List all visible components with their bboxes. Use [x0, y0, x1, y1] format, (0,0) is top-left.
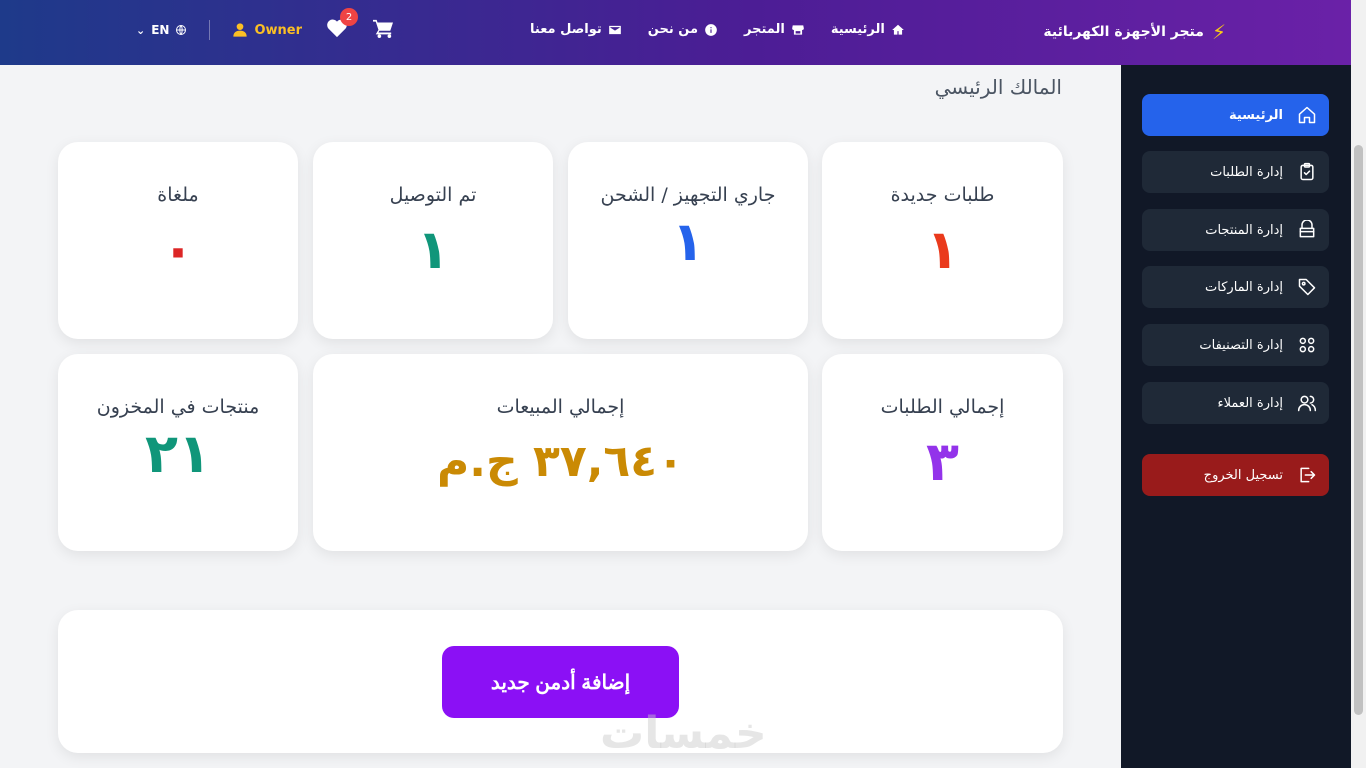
sidebar-item-brands[interactable]: إدارة الماركات	[1142, 266, 1329, 308]
nav-link-home[interactable]: الرئيسية	[831, 22, 905, 37]
logout-icon	[1300, 467, 1316, 483]
wishlist-button[interactable]: 2	[326, 8, 359, 42]
store-icon	[791, 24, 804, 35]
user-name: Owner	[254, 22, 303, 38]
stat-card-processing: جاري التجهيز / الشحن ١	[568, 142, 808, 339]
nav-link-store[interactable]: المتجر	[744, 22, 805, 37]
sidebar-item-home[interactable]: الرئيسية	[1142, 94, 1329, 136]
stat-card-cancelled: ملغاة ٠	[58, 142, 298, 339]
nav-link-about[interactable]: من نحن	[648, 22, 718, 37]
clipboard-check-icon	[1300, 162, 1314, 181]
box-icon	[1299, 220, 1315, 238]
user-icon	[233, 23, 248, 37]
chevron-down-icon: ⌄	[136, 23, 146, 37]
stat-card-delivered: تم التوصيل ١	[313, 142, 553, 339]
top-navbar: ⚡ متجر الأجهزة الكهربائية الرئيسية المتج…	[0, 0, 1366, 65]
cart-button[interactable]	[372, 18, 394, 42]
scrollbar-thumb[interactable]	[1354, 145, 1363, 715]
nav-links: الرئيسية المتجر من نحن تواصل معنا	[530, 22, 905, 37]
watermark: خمسات	[600, 708, 767, 759]
stat-card-stock: منتجات في المخزون ٢١	[58, 354, 298, 551]
page-scrollbar[interactable]	[1351, 0, 1366, 768]
globe-icon	[176, 25, 187, 35]
nav-link-contact[interactable]: تواصل معنا	[530, 22, 622, 37]
stat-card-new-orders: طلبات جديدة ١	[822, 142, 1063, 339]
language-label: EN	[151, 23, 170, 37]
sidebar-item-categories[interactable]: إدارة التصنيفات	[1142, 324, 1329, 366]
sidebar-item-products[interactable]: إدارة المنتجات	[1142, 209, 1329, 251]
home-icon	[1298, 106, 1316, 124]
admin-sidebar: الرئيسية إدارة الطلبات إدارة المنتجات إد…	[1121, 65, 1351, 768]
info-circle-icon	[705, 23, 717, 36]
sidebar-item-orders[interactable]: إدارة الطلبات	[1142, 151, 1329, 193]
tag-icon	[1298, 278, 1316, 296]
brand[interactable]: ⚡ متجر الأجهزة الكهربائية	[1043, 20, 1226, 44]
add-admin-panel: إضافة أدمن جديد	[58, 610, 1063, 753]
home-icon	[892, 24, 904, 35]
lightning-icon: ⚡	[1211, 20, 1226, 44]
logout-button[interactable]: تسجيل الخروج	[1142, 454, 1329, 496]
divider	[209, 20, 211, 40]
sidebar-item-customers[interactable]: إدارة العملاء	[1142, 382, 1329, 424]
cart-icon	[373, 19, 394, 38]
envelope-icon	[608, 25, 621, 34]
user-menu[interactable]: Owner	[232, 22, 302, 38]
page-subtitle: المالك الرئيسي	[934, 75, 1062, 99]
brand-name: متجر الأجهزة الكهربائية	[1043, 24, 1204, 40]
stat-card-total-orders: إجمالي الطلبات ٣	[822, 354, 1063, 551]
language-switcher[interactable]: ⌄ EN	[136, 23, 187, 37]
wishlist-count-badge: 2	[340, 8, 359, 26]
stat-card-total-sales: إجمالي المبيعات ٣٧,٦٤٠ ج.م	[313, 354, 808, 551]
nav-actions: ⌄ EN Owner 2	[136, 8, 394, 42]
users-icon	[1297, 395, 1317, 412]
grid-icon	[1299, 337, 1315, 353]
